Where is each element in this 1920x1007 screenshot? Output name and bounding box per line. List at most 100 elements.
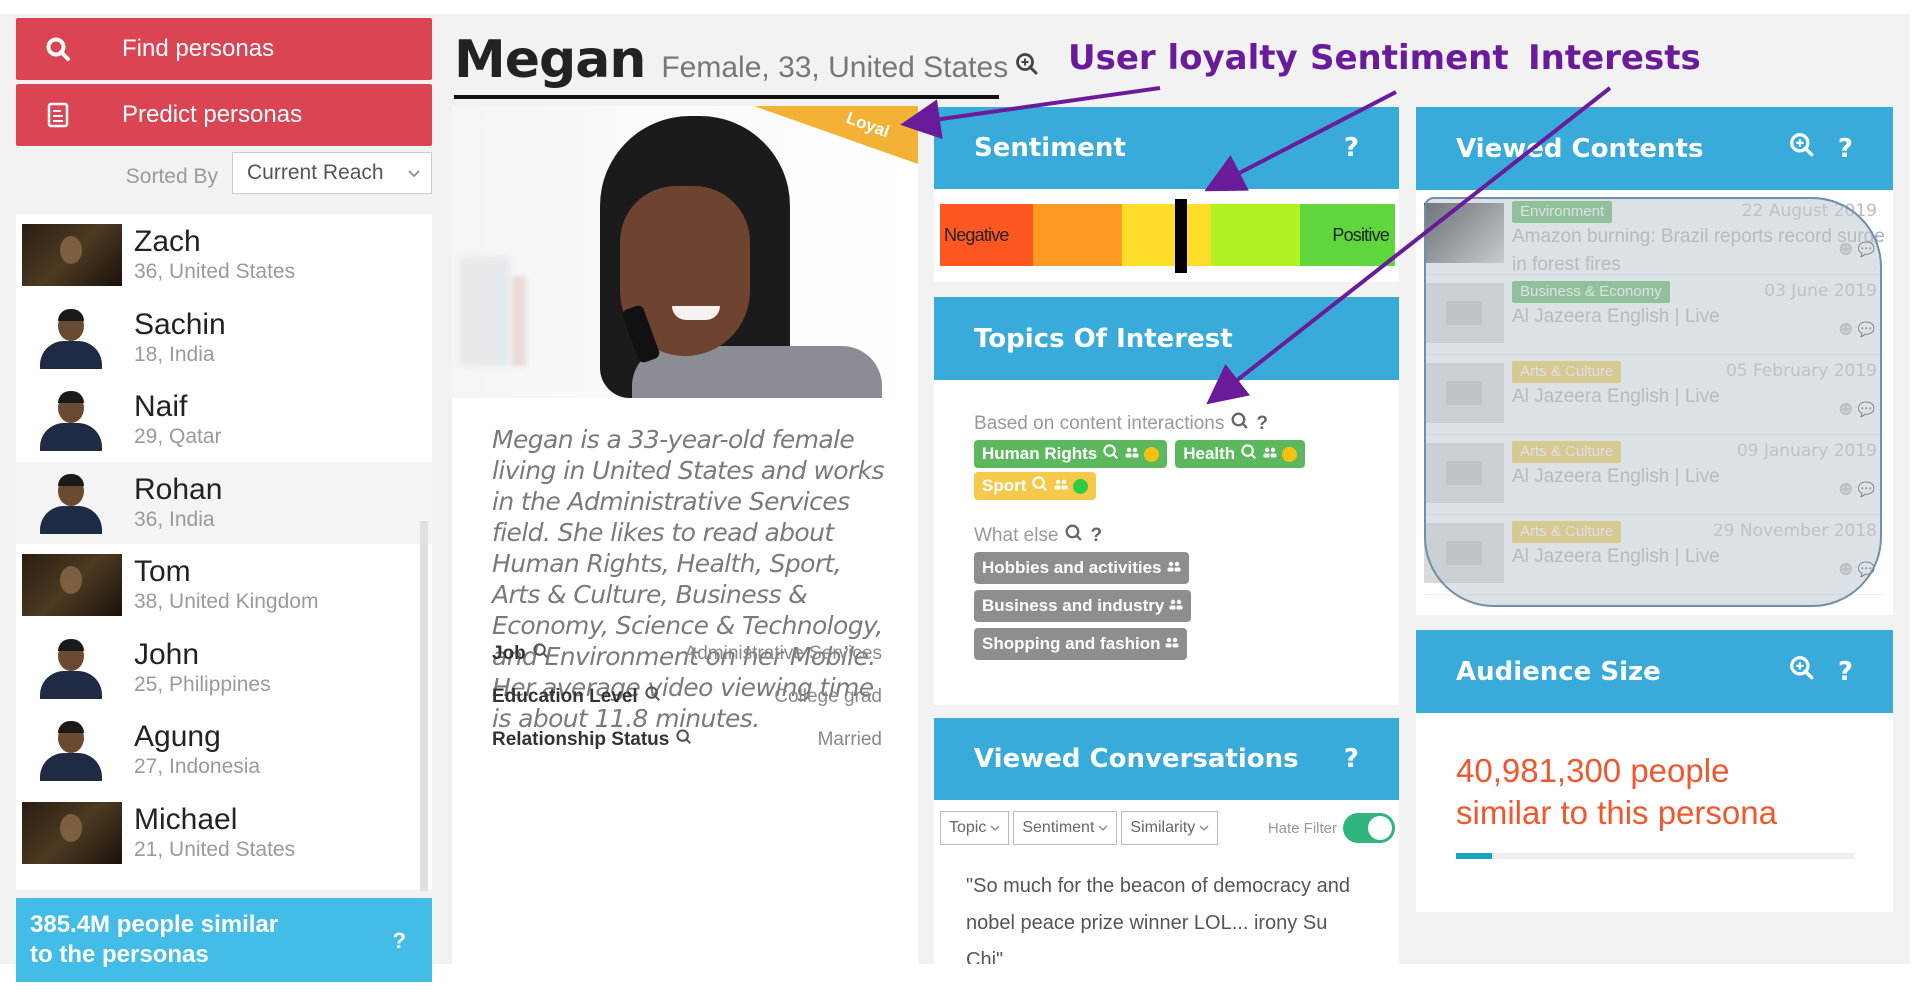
other-interest-tag[interactable]: Hobbies and activities: [974, 552, 1189, 584]
predict-personas-label: Predict personas: [122, 101, 303, 128]
loyal-ribbon-shape: [754, 106, 918, 164]
persona-list-item[interactable]: Tom 38, United Kingdom: [16, 544, 432, 627]
zoom-in-icon[interactable]: [1240, 443, 1258, 466]
viewed-contents-header: Viewed Contents ?: [1416, 107, 1893, 190]
help-icon[interactable]: ?: [1256, 413, 1268, 435]
avatar: [22, 719, 122, 782]
topic-tag-label: Health: [1183, 444, 1236, 463]
zoom-in-icon[interactable]: [675, 728, 693, 752]
based-on-label: Based on content interactions ?: [974, 411, 1268, 437]
persona-text: Rohan 36, India: [134, 473, 222, 533]
what-else-label: What else ?: [974, 523, 1102, 549]
attribute-value: College grad: [774, 686, 882, 707]
sentiment-title: Sentiment: [974, 133, 1126, 163]
hate-filter-label: Hate Filter: [1267, 819, 1337, 837]
persona-list-item[interactable]: Michael 21, United States: [16, 792, 432, 875]
zoom-in-icon[interactable]: [532, 642, 550, 666]
attribute-row: Relationship Status Married: [492, 728, 882, 752]
other-interest-tag[interactable]: Business and industry: [974, 590, 1192, 622]
attribute-value: Married: [817, 729, 882, 750]
persona-text: Zach 36, United States: [134, 225, 295, 285]
attribute-value: Administrative Services: [684, 643, 882, 664]
similar-line-2: to the personas: [30, 941, 209, 968]
conversation-filter-dropdown[interactable]: Similarity: [1121, 811, 1219, 845]
sentiment-scale: Negative Positive: [940, 204, 1395, 266]
persona-list-item[interactable]: Agung 27, Indonesia: [16, 709, 432, 792]
help-icon[interactable]: ?: [1344, 744, 1359, 774]
audience-header: Audience Size ?: [1416, 630, 1893, 713]
filter-label: Similarity: [1130, 819, 1196, 836]
persona-text: Naif 29, Qatar: [134, 390, 222, 450]
hate-filter-toggle[interactable]: [1343, 813, 1395, 843]
topic-tag[interactable]: Sport: [974, 472, 1097, 500]
persona-title: Megan Female, 33, United States: [454, 30, 1040, 90]
persona-list-item[interactable]: Zach 36, United States: [16, 214, 432, 297]
sentiment-segment: [1122, 204, 1211, 266]
zoom-in-icon[interactable]: [644, 685, 662, 709]
zoom-in-icon[interactable]: [1788, 654, 1816, 689]
conversation-filter-dropdown[interactable]: Topic: [940, 811, 1010, 845]
title-underline: [454, 95, 999, 99]
help-icon[interactable]: ?: [1838, 134, 1853, 164]
topic-tag[interactable]: Human Rights: [974, 440, 1168, 468]
chevron-down-icon: [407, 161, 421, 185]
persona-list-meta: 29, Qatar: [134, 425, 222, 449]
predict-personas-button[interactable]: Predict personas: [16, 84, 432, 146]
similar-people-summary: 385.4M people similar to the personas ?: [16, 898, 432, 982]
help-icon[interactable]: ?: [1344, 133, 1359, 163]
chevron-down-icon: [1199, 819, 1209, 837]
persona-list-item[interactable]: Sachin 18, India: [16, 297, 432, 380]
attribute-label-text: Education Level: [492, 686, 638, 707]
help-icon[interactable]: ?: [393, 926, 406, 956]
conversation-filter-dropdown[interactable]: Sentiment: [1013, 811, 1118, 845]
persona-name: Megan: [454, 30, 646, 90]
help-icon[interactable]: ?: [1090, 525, 1102, 547]
zoom-in-icon[interactable]: [1788, 131, 1816, 166]
audience-title: Audience Size: [1456, 656, 1661, 687]
audience-line-2: similar to this persona: [1456, 794, 1777, 831]
people-icon: [1125, 444, 1139, 464]
help-icon[interactable]: ?: [1838, 657, 1853, 687]
persona-list-item[interactable]: Naif 29, Qatar: [16, 379, 432, 462]
other-interest-tag[interactable]: Shopping and fashion: [974, 628, 1188, 660]
zoom-in-icon[interactable]: [1230, 411, 1250, 437]
persona-photo: Loyal: [452, 106, 918, 398]
topics-panel: Topics Of Interest Based on content inte…: [934, 297, 1399, 705]
find-personas-label: Find personas: [122, 35, 275, 62]
persona-list-meta: 21, United States: [134, 837, 296, 861]
attribute-row: Education Level College grad: [492, 685, 882, 709]
people-icon: [1165, 634, 1179, 654]
viewed-contents-title: Viewed Contents: [1456, 133, 1704, 164]
topic-tag[interactable]: Health: [1175, 440, 1306, 468]
audience-line-1: 40,981,300 people: [1456, 752, 1730, 789]
persona-list-scrollbar[interactable]: [420, 521, 428, 891]
zoom-in-icon[interactable]: [1064, 523, 1084, 549]
topics-title: Topics Of Interest: [974, 323, 1233, 354]
sort-select[interactable]: Current Reach: [232, 152, 432, 194]
conversation-filters: Topic Sentiment Similarity Hate Filter: [940, 808, 1395, 848]
persona-list-name: John: [134, 637, 200, 671]
sort-row: Sorted By Current Reach: [16, 152, 432, 194]
sort-select-value: Current Reach: [247, 161, 384, 184]
find-personas-button[interactable]: Find personas: [16, 18, 432, 80]
persona-list-item[interactable]: Rohan 36, India: [16, 461, 432, 544]
zoom-in-icon[interactable]: [1031, 475, 1049, 498]
persona-list-meta: 38, United Kingdom: [134, 590, 319, 614]
people-icon: [1263, 444, 1277, 464]
zoom-in-icon[interactable]: [1014, 51, 1040, 81]
avatar: [22, 389, 122, 452]
persona-list-name: Sachin: [134, 307, 226, 341]
filter-label: Topic: [949, 819, 987, 836]
sentiment-header: Sentiment ?: [934, 107, 1399, 189]
annotation-sentiment: Sentiment: [1310, 38, 1509, 78]
other-interest-label: Shopping and fashion: [982, 634, 1161, 653]
persona-list-item[interactable]: John 25, Philippines: [16, 627, 432, 710]
persona-list-meta: 27, Indonesia: [134, 755, 261, 779]
other-interest-tags: Hobbies and activities Business and indus…: [974, 552, 1234, 666]
conversations-panel: Viewed Conversations ? Topic Sentiment Sim…: [934, 718, 1399, 964]
zoom-in-icon[interactable]: [1102, 443, 1120, 466]
audience-panel: Audience Size ? 40,981,300 people simila…: [1416, 630, 1893, 912]
other-interest-label: Business and industry: [982, 596, 1165, 615]
based-on-text: Based on content interactions: [974, 413, 1225, 434]
persona-text: Michael 21, United States: [134, 803, 295, 863]
